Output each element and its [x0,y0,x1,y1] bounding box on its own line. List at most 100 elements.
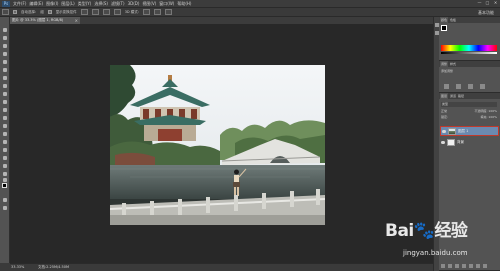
status-bar: 33.33% 文档:2.25M/4.50M [10,263,433,271]
marquee-tool-icon[interactable] [2,35,8,41]
clone-stamp-tool-icon[interactable] [2,91,8,97]
maximize-button[interactable]: □ [485,0,490,5]
menu-image[interactable]: 图像(I) [46,0,58,7]
blur-tool-icon[interactable] [2,123,8,129]
quick-select-tool-icon[interactable] [2,51,8,57]
transform-controls-checkbox[interactable] [47,10,52,14]
menu-file[interactable]: 文件(F) [13,0,26,7]
options-bar: 自动选择: 组 显示变换控件 3D 模式: 基本功能 [0,7,500,17]
tab-styles[interactable]: 样式 [450,61,456,67]
brightness-icon[interactable] [444,84,449,89]
menu-filter[interactable]: 滤镜(T) [111,0,125,7]
brush-tool-icon[interactable] [2,83,8,89]
baidu-logo: Bai🐾经验 [385,221,468,241]
path-select-tool-icon[interactable] [2,155,8,161]
history-brush-tool-icon[interactable] [2,99,8,105]
3d-roll-icon[interactable] [153,9,161,15]
visibility-eye-icon[interactable] [441,140,445,144]
document-size: 文档:2.25M/4.50M [38,265,69,269]
adjustments-panel: 调整 样式 添加调整 [439,61,500,108]
layer-row-layer1[interactable]: 图层 1 [440,126,499,136]
levels-icon[interactable] [456,84,462,89]
zoom-level[interactable]: 33.33% [11,265,24,269]
align-bottom-icon[interactable] [102,9,110,15]
eraser-tool-icon[interactable] [2,107,8,113]
eyedropper-tool-icon[interactable] [2,67,8,73]
tab-adjustments[interactable]: 调整 [440,61,449,67]
healing-brush-tool-icon[interactable] [2,75,8,81]
lasso-tool-icon[interactable] [2,43,8,49]
menu-select[interactable]: 选择(S) [94,0,108,7]
document-tab-label: 图片 @ 33.3% (图层 1, RGB/8) [12,18,64,22]
move-tool-icon[interactable] [2,9,9,15]
layer-row-background[interactable]: 背景 [440,137,499,147]
menu-view[interactable]: 视图(V) [142,0,156,7]
align-middle-icon[interactable] [91,9,99,15]
menu-window[interactable]: 窗口(W) [159,0,174,7]
canvas-workspace[interactable] [10,24,433,263]
layer-name: 图层 1 [458,128,469,133]
curves-icon[interactable] [468,84,474,89]
tab-color[interactable]: 颜色 [440,17,449,23]
tab-swatches[interactable]: 色板 [450,17,456,23]
type-tool-icon[interactable] [2,147,8,153]
document-tab-bar: 图片 @ 33.3% (图层 1, RGB/8) × [10,17,433,24]
menu-bar: Ps 文件(F) 编辑(E) 图像(I) 图层(L) 类型(Y) 选择(S) 滤… [0,0,500,7]
tab-paths[interactable]: 路径 [458,93,464,99]
distribute-icon[interactable] [113,9,121,15]
lock-row: 锁定: 填充: 100% [441,115,497,120]
tools-panel [0,17,10,263]
3d-pan-icon[interactable] [164,9,172,15]
photo-scene [110,65,325,225]
color-panel-swatch[interactable] [441,25,447,31]
menu-help[interactable]: 帮助(H) [177,0,191,7]
menu-3d[interactable]: 3D(D) [128,0,140,7]
menu-layer[interactable]: 图层(L) [61,0,74,7]
window-controls: — □ ✕ [477,0,498,5]
color-panel-tabs: 颜色 色板 [439,17,500,23]
foreground-color-swatch[interactable] [2,183,7,188]
adjustments-panel-tabs: 调整 样式 [439,61,500,67]
color-spectrum[interactable] [441,45,497,51]
move-tool-icon[interactable] [2,27,8,33]
gradient-tool-icon[interactable] [2,115,8,121]
layer-filter-dropdown[interactable]: 类型 [441,102,497,107]
dodge-tool-icon[interactable] [2,131,8,137]
auto-select-label: 自动选择: [21,9,37,14]
menu-edit[interactable]: 编辑(E) [29,0,43,7]
close-window-button[interactable]: ✕ [493,0,498,5]
align-top-icon[interactable] [80,9,88,15]
quick-mask-icon[interactable] [2,197,8,203]
layer-thumbnail [447,138,455,146]
fill-field[interactable]: 填充: 100% [480,115,497,120]
pen-tool-icon[interactable] [2,139,8,145]
color-panel: 颜色 色板 [439,17,500,61]
document-canvas[interactable] [110,65,325,225]
visibility-eye-icon[interactable] [442,129,446,133]
auto-select-checkbox[interactable] [13,10,17,14]
opacity-field[interactable]: 不透明度: 100% [474,109,497,114]
layer-name: 背景 [457,139,464,144]
toolbar-footer [0,263,10,271]
screen-mode-icon[interactable] [2,205,8,211]
transform-controls-label: 显示变换控件 [55,9,77,14]
shape-tool-icon[interactable] [2,163,8,169]
close-document-icon[interactable]: × [75,17,78,24]
watermark-url: jingyan.baidu.com [403,249,468,257]
crop-tool-icon[interactable] [2,59,8,65]
workspace-switcher[interactable]: 基本功能 [478,10,494,16]
grayscale-ramp[interactable] [441,52,497,54]
baidu-watermark: Bai🐾经验 jingyan.baidu.com [385,216,495,268]
blend-mode-dropdown[interactable]: 正常 [441,109,447,114]
tab-layers[interactable]: 图层 [440,93,449,99]
menu-type[interactable]: 类型(Y) [78,0,92,7]
layer-thumbnail [448,127,456,135]
layers-panel-tabs: 图层 通道 路径 [439,93,500,99]
lock-label: 锁定: [441,115,449,119]
tab-channels[interactable]: 通道 [450,93,456,99]
auto-select-dropdown[interactable]: 组 [40,10,44,15]
document-tab[interactable]: 图片 @ 33.3% (图层 1, RGB/8) × [10,17,80,24]
minimize-button[interactable]: — [477,0,482,5]
exposure-icon[interactable] [480,84,486,89]
3d-rotate-icon[interactable] [142,9,150,15]
